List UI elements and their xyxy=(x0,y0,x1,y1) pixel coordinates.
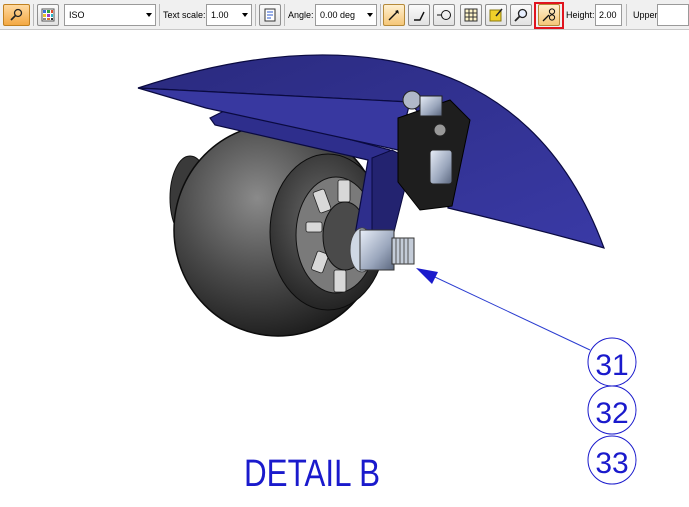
text-properties-button[interactable] xyxy=(259,4,281,26)
toolbar-separator xyxy=(33,4,34,26)
upper-label: Upper: xyxy=(633,10,661,20)
leader-straight-button[interactable] xyxy=(383,4,405,26)
toolbar-separator xyxy=(159,4,160,26)
table-button[interactable] xyxy=(460,4,482,26)
text-scale-value: 1.00 xyxy=(211,10,229,20)
leader-line xyxy=(419,269,591,351)
table-icon xyxy=(464,8,478,22)
document-properties-icon xyxy=(264,8,276,22)
circle-balloon-icon xyxy=(437,10,451,20)
leader-arrowhead xyxy=(416,268,438,284)
balloon-32-text: 32 xyxy=(595,397,628,430)
toolbar-separator xyxy=(284,4,285,26)
height-label: Height: xyxy=(566,10,595,20)
bent-leader-icon xyxy=(414,11,425,21)
toolbar-separator xyxy=(626,4,627,26)
sticky-note-icon xyxy=(489,8,503,22)
note-edit-button[interactable] xyxy=(485,4,507,26)
drawing-canvas: 31 32 33 DETAIL B xyxy=(137,54,637,495)
chevron-down-icon xyxy=(146,13,152,17)
detail-view-label: DETAIL B xyxy=(244,453,380,495)
standard-value: ISO xyxy=(69,10,85,20)
text-scale-label: Text scale: xyxy=(163,10,206,20)
zoom-button[interactable] xyxy=(510,4,532,26)
leader-bent-button[interactable] xyxy=(408,4,430,26)
balloon-31-text: 31 xyxy=(595,349,628,382)
angle-value: 0.00 deg xyxy=(320,10,356,20)
smart-dimension-button[interactable] xyxy=(3,4,30,26)
style-grid-button[interactable] xyxy=(37,4,59,26)
axle-bolt xyxy=(349,227,415,273)
standard-select[interactable]: ISO xyxy=(64,4,156,26)
toolbar-separator xyxy=(255,4,256,26)
upper-field[interactable] xyxy=(657,4,689,26)
magnifier-pen-icon xyxy=(9,8,22,21)
height-field[interactable]: 2.00 xyxy=(595,4,622,26)
drawing-toolbar: ISO Text scale: 1.00 Angle: 0.00 deg Hei… xyxy=(0,0,689,30)
magnifier-icon xyxy=(514,8,528,22)
stacked-balloons[interactable]: 31 32 33 xyxy=(587,337,637,485)
text-scale-select[interactable]: 1.00 xyxy=(206,4,252,26)
chevron-down-icon xyxy=(367,13,373,17)
straight-leader-icon xyxy=(388,10,399,21)
selected-tool-highlight xyxy=(534,2,564,29)
balloon-33-text: 33 xyxy=(595,447,628,480)
balloon-style-button[interactable] xyxy=(433,4,455,26)
angle-select[interactable]: 0.00 deg xyxy=(315,4,377,26)
color-grid-icon xyxy=(41,8,55,22)
chevron-down-icon xyxy=(242,13,248,17)
angle-label: Angle: xyxy=(288,10,314,20)
toolbar-separator xyxy=(380,4,381,26)
